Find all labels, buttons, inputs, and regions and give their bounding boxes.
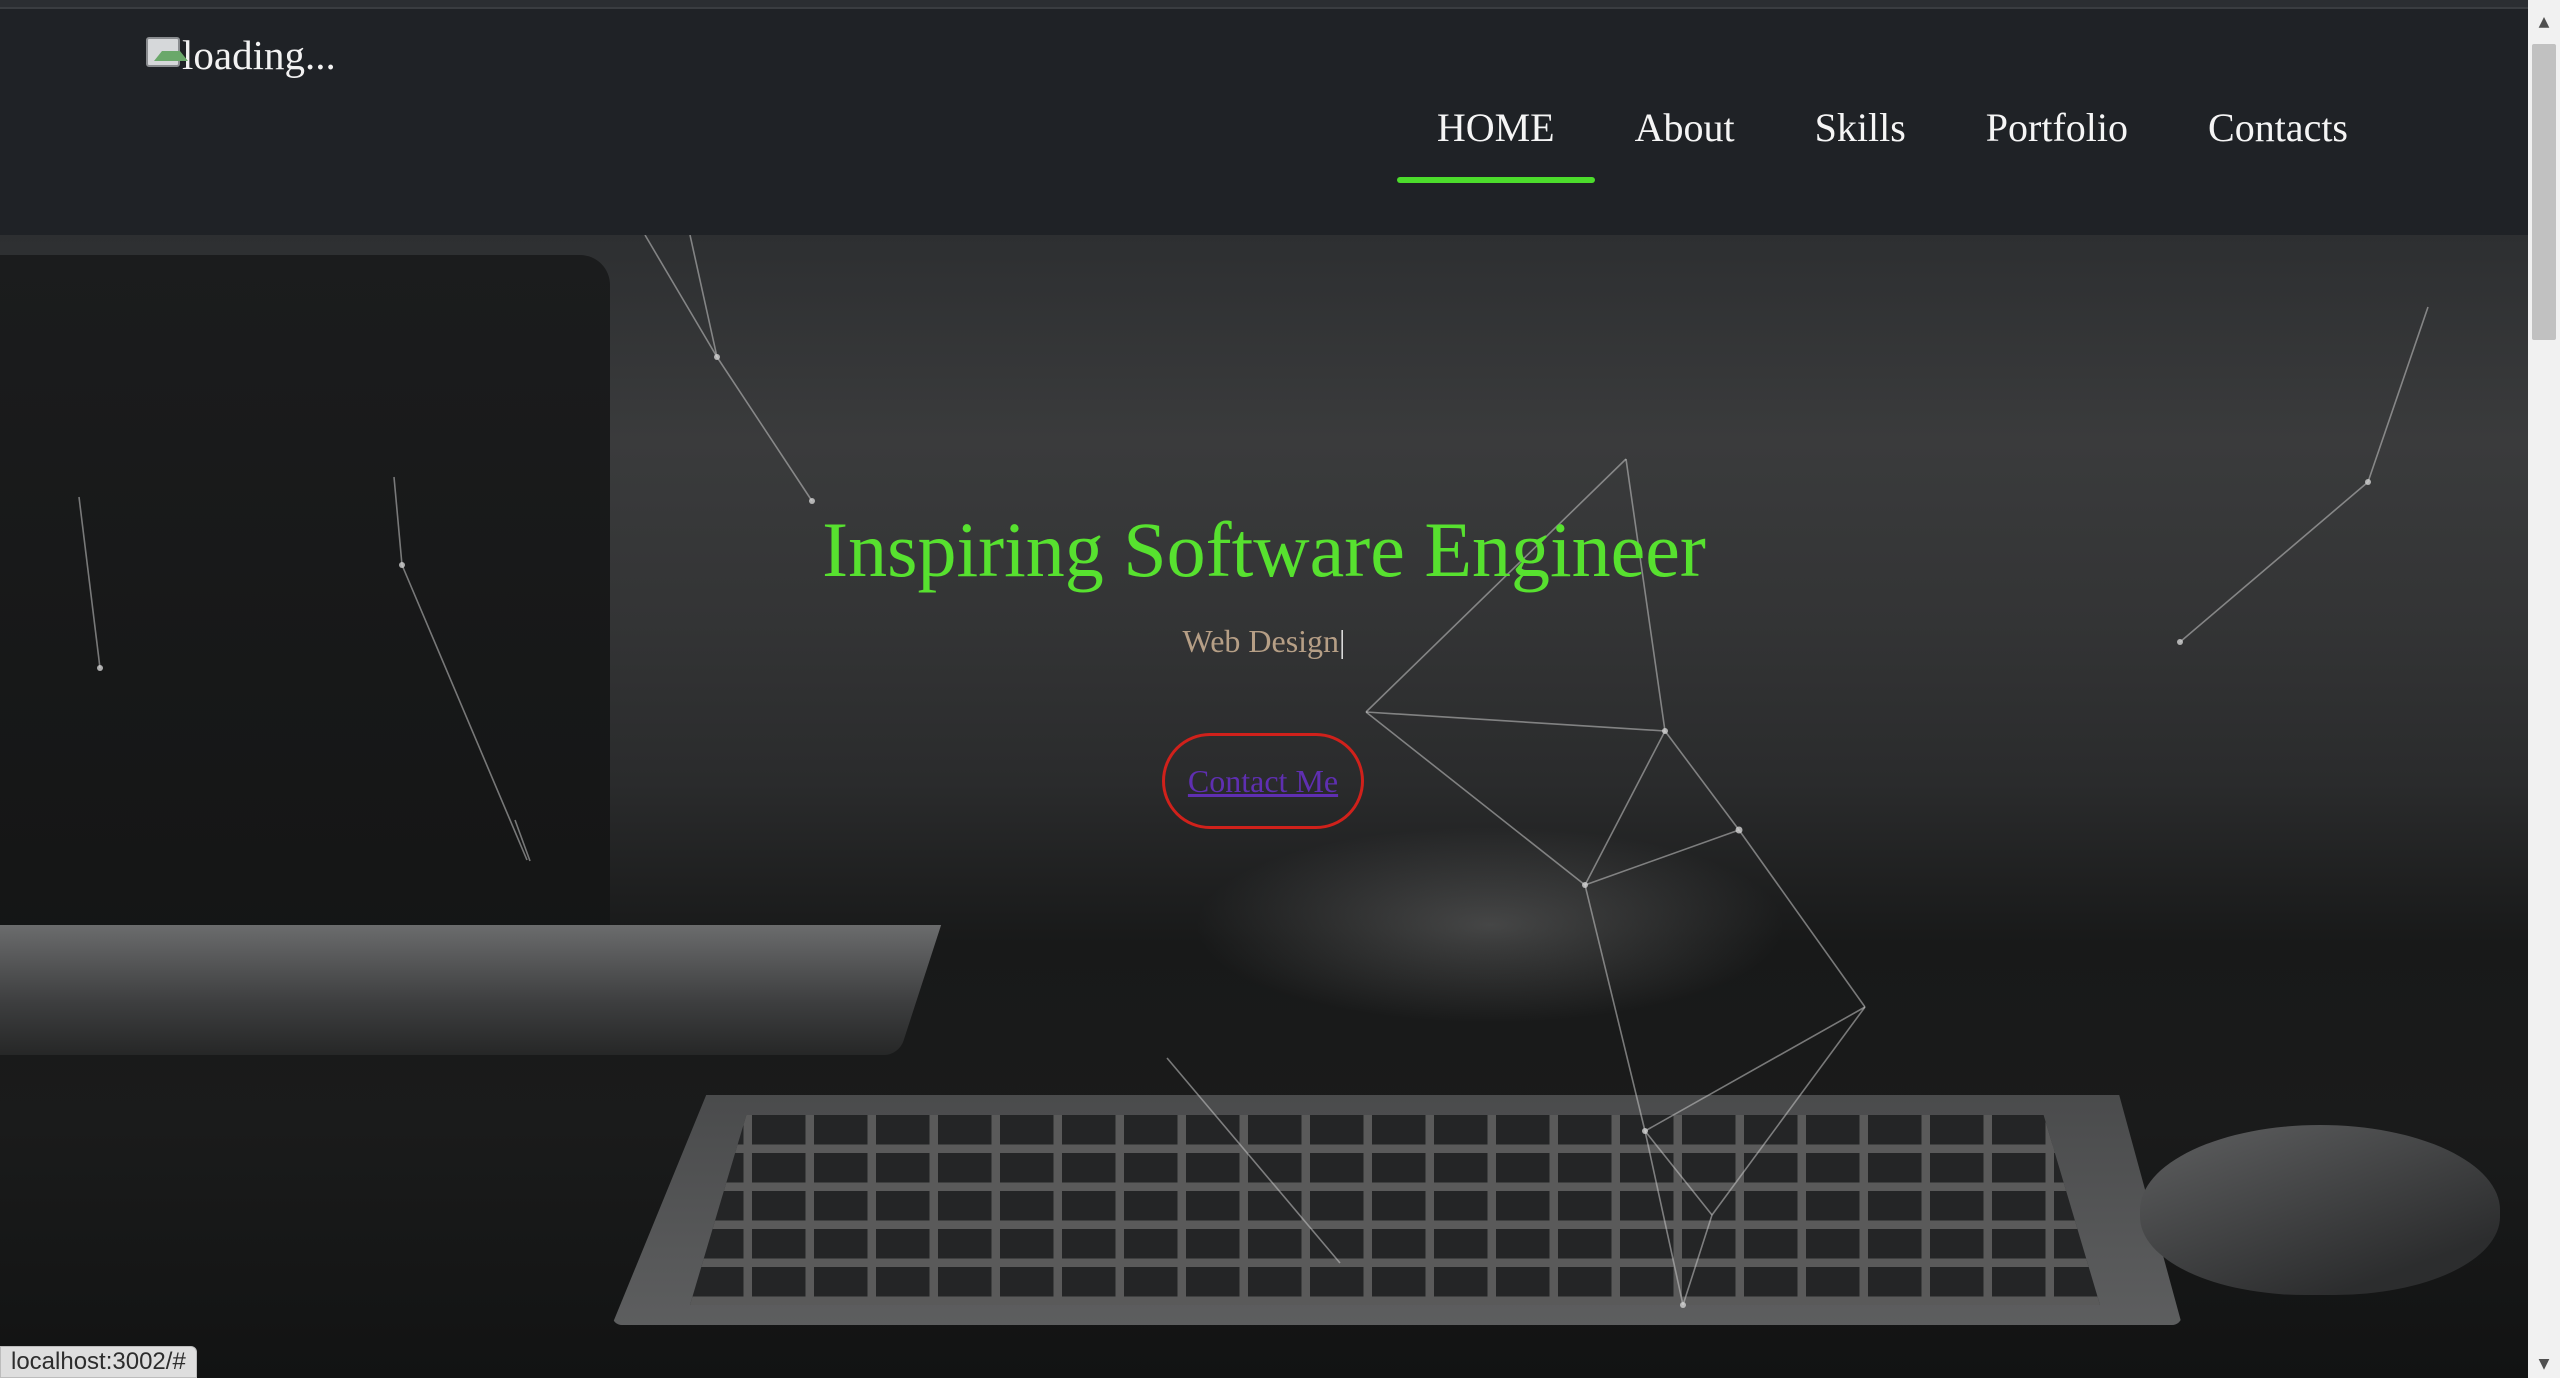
chevron-down-icon[interactable]: ▼ — [2528, 1350, 2560, 1378]
site-header: loading... HOME About Skills Portfolio C… — [0, 9, 2528, 235]
chevron-up-icon[interactable]: ▲ — [2528, 8, 2560, 36]
nav-item-home[interactable]: HOME — [1396, 83, 1595, 183]
nav-label-skills: Skills — [1814, 105, 1906, 150]
status-url: localhost:3002/# — [11, 1348, 186, 1375]
nav-item-skills[interactable]: Skills — [1775, 83, 1946, 183]
hero-section: Inspiring Software Engineer Web Design| … — [0, 235, 2528, 1378]
main-nav: HOME About Skills Portfolio Contacts — [1396, 83, 2388, 183]
nav-item-contacts[interactable]: Contacts — [2168, 83, 2388, 183]
broken-image-icon — [146, 37, 188, 67]
nav-label-contacts: Contacts — [2208, 105, 2348, 150]
link-status-bar: localhost:3002/# — [0, 1346, 197, 1378]
typed-text: Web Design — [1182, 623, 1340, 659]
nav-label-home: HOME — [1436, 105, 1555, 150]
nav-label-portfolio: Portfolio — [1985, 105, 2129, 150]
typing-cursor: | — [1339, 623, 1346, 659]
hero-subtitle: Web Design| — [0, 623, 2528, 660]
vertical-scrollbar[interactable]: ▲ ▼ — [2528, 0, 2560, 1378]
contact-me-label: Contact Me — [1187, 762, 1339, 799]
scrollbar-thumb[interactable] — [2532, 44, 2556, 340]
nav-item-portfolio[interactable]: Portfolio — [1946, 83, 2168, 183]
site-logo[interactable]: loading... — [146, 35, 336, 76]
browser-top-edge — [0, 0, 2528, 9]
nav-item-about[interactable]: About — [1595, 83, 1775, 183]
hero-title: Inspiring Software Engineer — [822, 506, 1706, 593]
contact-me-button[interactable]: Contact Me — [1162, 733, 1364, 829]
logo-alt-text: loading... — [182, 32, 336, 78]
nav-label-about: About — [1634, 105, 1735, 150]
